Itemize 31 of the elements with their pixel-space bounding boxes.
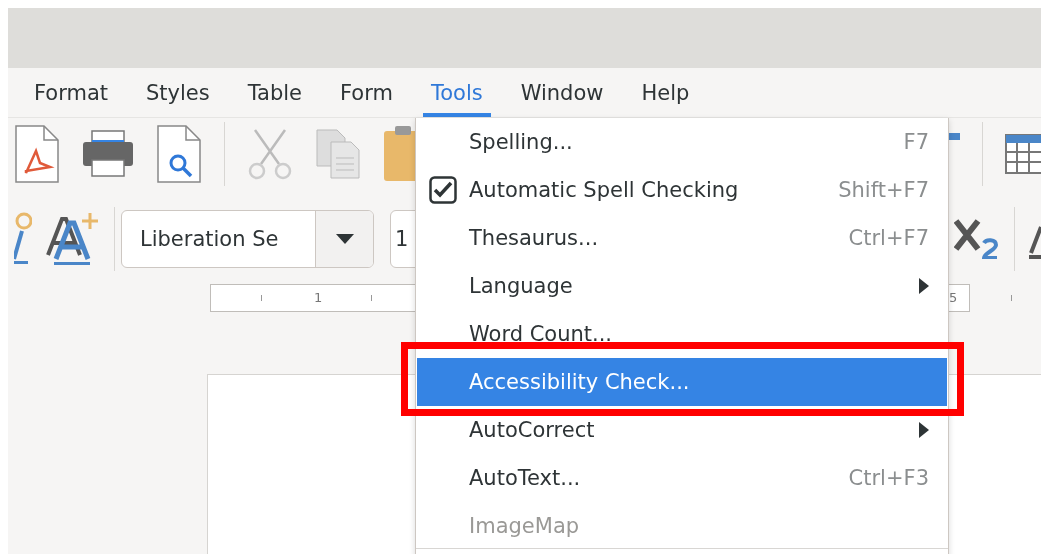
menu-item[interactable]: AutoCorrect bbox=[417, 406, 947, 454]
ruler-number: 5 bbox=[949, 290, 958, 305]
font-color-icon[interactable] bbox=[14, 211, 32, 267]
menu-item[interactable]: Accessibility Check... bbox=[417, 358, 947, 406]
print-preview-icon[interactable] bbox=[156, 125, 202, 183]
ruler-number: 1 bbox=[314, 290, 323, 305]
menu-item[interactable]: Thesaurus... Ctrl+F7 bbox=[417, 214, 947, 262]
caret-icon bbox=[335, 234, 354, 244]
menu-item[interactable]: Language bbox=[417, 262, 947, 310]
font-name-combobox[interactable]: Liberation Se bbox=[121, 210, 374, 268]
grow-font-icon[interactable] bbox=[46, 211, 100, 267]
menu-item[interactable]: AutoText... Ctrl+F3 bbox=[417, 454, 947, 502]
menu-title[interactable]: Window bbox=[512, 68, 612, 117]
menu-title[interactable]: Styles bbox=[138, 68, 218, 117]
menu-title[interactable]: Form bbox=[332, 68, 401, 117]
submenu-arrow-icon bbox=[919, 422, 929, 438]
menu-item[interactable]: Automatic Spell Checking Shift+F7 bbox=[417, 166, 947, 214]
menu-title[interactable]: Help bbox=[633, 68, 698, 117]
print-icon[interactable] bbox=[82, 130, 134, 178]
pdf-export-icon[interactable] bbox=[14, 125, 60, 183]
menu-title[interactable]: Table bbox=[239, 68, 310, 117]
menu-title[interactable]: Format bbox=[26, 68, 116, 117]
table-icon[interactable] bbox=[1005, 134, 1041, 174]
shortcut-text: Shift+F7 bbox=[838, 178, 929, 202]
menu-item[interactable]: Spelling... F7 bbox=[417, 118, 947, 166]
submenu-arrow-icon bbox=[919, 278, 929, 294]
shortcut-text: Ctrl+F7 bbox=[848, 226, 929, 250]
menu-item[interactable]: Word Count... bbox=[417, 310, 947, 358]
shortcut-text: F7 bbox=[903, 130, 929, 154]
shortcut-text: Ctrl+F3 bbox=[848, 466, 929, 490]
subscript-icon[interactable] bbox=[954, 219, 1000, 259]
